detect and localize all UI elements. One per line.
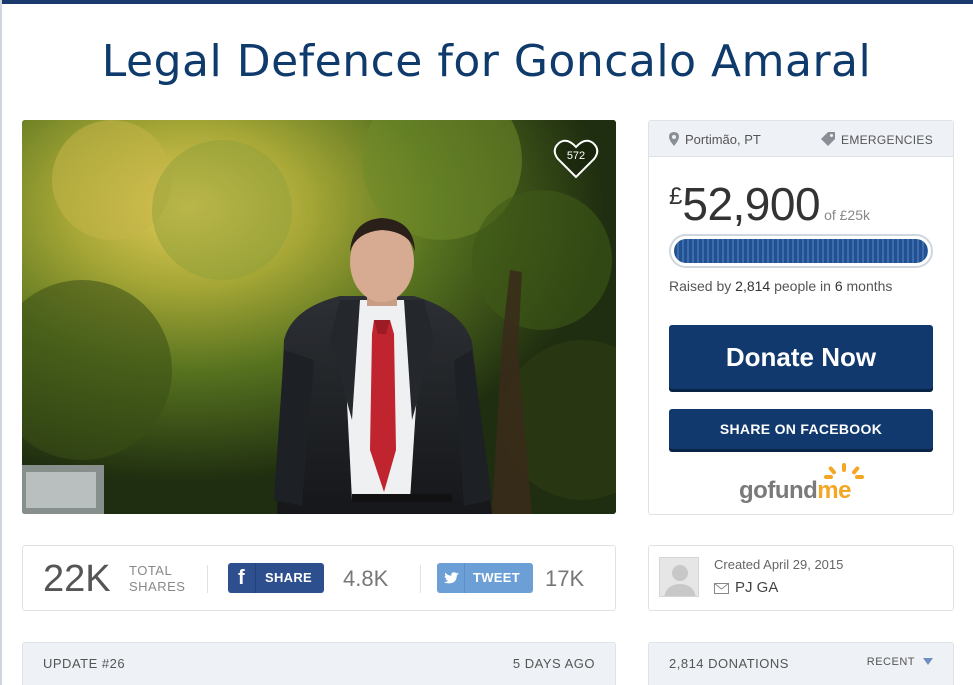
raised-by-suffix: months: [842, 278, 893, 294]
raised-amount: 52,900: [682, 178, 821, 230]
location-text: Portimão, PT: [685, 132, 761, 147]
total-label-line1: TOTAL: [129, 563, 173, 578]
envelope-icon: [714, 583, 729, 594]
brand-left: gofund: [739, 477, 818, 504]
amount-raised: £52,900 of £25k: [669, 177, 870, 231]
currency-symbol: £: [669, 183, 683, 210]
donation-card: Portimão, PT EMERGENCIES £52,900 of £25k …: [648, 120, 954, 515]
facebook-share-button[interactable]: f SHARE: [228, 563, 324, 593]
donate-now-button[interactable]: Donate Now: [669, 325, 933, 389]
donations-header: 2,814 DONATIONS RECENT: [648, 642, 954, 685]
donations-count: 2,814 DONATIONS: [669, 656, 789, 671]
campaign-photo[interactable]: [22, 120, 616, 514]
progress-bar: [669, 234, 933, 268]
update-header[interactable]: UPDATE #26 5 DAYS AGO: [22, 642, 616, 685]
sort-dropdown[interactable]: RECENT: [867, 656, 933, 668]
shares-bar: 22K TOTAL SHARES f SHARE 4.8K TWEET 17K: [22, 545, 616, 611]
heart-count: 572: [566, 150, 586, 162]
divider: [207, 565, 208, 593]
total-shares-label: TOTAL SHARES: [129, 563, 185, 595]
location[interactable]: Portimão, PT: [669, 132, 761, 147]
raised-by-text: Raised by 2,814 people in 6 months: [669, 278, 892, 294]
card-header: Portimão, PT EMERGENCIES: [649, 121, 953, 157]
left-border: [0, 0, 2, 685]
map-pin-icon: [669, 132, 679, 146]
facebook-icon: f: [228, 563, 256, 593]
created-date: Created April 29, 2015: [714, 557, 844, 572]
total-shares-count: 22K: [43, 558, 111, 600]
chevron-down-icon: [923, 658, 933, 665]
brand-right: me: [817, 477, 851, 504]
facebook-share-label: SHARE: [265, 570, 313, 585]
donor-count: 2,814: [735, 278, 771, 294]
avatar[interactable]: [659, 557, 699, 597]
facebook-share-count: 4.8K: [343, 566, 389, 591]
tweet-label: TWEET: [473, 570, 520, 585]
creator-name-link[interactable]: PJ GA: [714, 579, 778, 596]
creator-card: Created April 29, 2015 PJ GA: [648, 545, 954, 611]
duration: 6: [834, 278, 843, 294]
tag-icon: [821, 132, 836, 146]
raised-by-prefix: Raised by: [669, 278, 736, 294]
tweet-count: 17K: [545, 566, 585, 591]
sort-label: RECENT: [866, 656, 915, 668]
page-title: Legal Defence for Goncalo Amaral: [101, 36, 872, 87]
goal-amount: of £25k: [824, 207, 870, 223]
category[interactable]: EMERGENCIES: [821, 132, 933, 147]
share-on-facebook-button[interactable]: SHARE ON FACEBOOK: [669, 409, 933, 449]
tweet-button[interactable]: TWEET: [437, 563, 533, 593]
divider: [420, 565, 421, 593]
category-text: EMERGENCIES: [841, 133, 933, 147]
progress-fill: [674, 239, 928, 263]
gofundme-wordmark: gofundme: [739, 477, 851, 505]
raised-by-mid: people in: [770, 278, 835, 294]
update-number: UPDATE #26: [43, 656, 126, 671]
total-label-line2: SHARES: [129, 579, 186, 594]
creator-name: PJ GA: [735, 579, 779, 596]
twitter-icon: [437, 563, 465, 593]
top-border: [0, 0, 973, 4]
update-time: 5 DAYS AGO: [512, 656, 595, 671]
gofundme-logo[interactable]: gofundme: [739, 463, 869, 507]
